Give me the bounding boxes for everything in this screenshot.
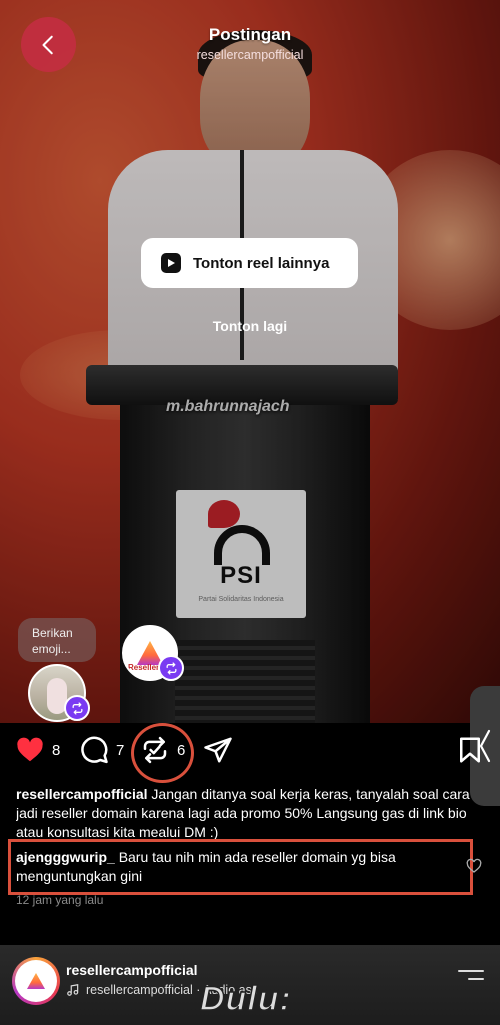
comment-like-heart-icon[interactable]: [466, 858, 482, 874]
comment-icon: [81, 736, 108, 764]
bottom-username[interactable]: resellercampofficial: [66, 962, 198, 978]
watch-more-label: Tonton reel lainnya: [193, 254, 330, 272]
like-button[interactable]: 8: [15, 735, 60, 765]
reel-video[interactable]: PSI Partai Solidaritas Indonesia m.bahru…: [0, 0, 500, 723]
post-timestamp: 12 jam yang lalu: [16, 893, 104, 907]
share-button[interactable]: [203, 735, 233, 765]
repost-badge-icon: [158, 655, 184, 681]
comment-count: 7: [116, 741, 125, 759]
watch-more-reels-button[interactable]: Tonton reel lainnya: [141, 238, 358, 288]
resellercamp-logo-icon: [27, 973, 45, 989]
comment-button[interactable]: 7: [79, 735, 124, 765]
bottom-profile-avatar[interactable]: [12, 957, 60, 1005]
music-note-icon: [67, 984, 79, 996]
caption-username[interactable]: resellercampofficial: [16, 786, 148, 802]
emoji-prompt-bubble[interactable]: Berikan emoji...: [18, 618, 96, 662]
send-icon: [204, 737, 232, 763]
comment-username[interactable]: ajengggwurip_: [16, 849, 115, 865]
comment-item: ajengggwurip_ Baru tau nih min ada resel…: [16, 848, 456, 886]
page-title: Postingan: [208, 25, 292, 44]
repost-badge-icon: [64, 695, 90, 721]
like-count: 8: [52, 741, 61, 759]
watch-again-button[interactable]: Tonton lagi: [0, 318, 500, 334]
reels-play-icon: [161, 253, 181, 273]
action-bar: 8 7 6: [0, 735, 500, 771]
bookmark-icon: [460, 737, 480, 763]
meme-overlay-text: Dulu:: [199, 979, 292, 1019]
save-button[interactable]: [455, 735, 485, 765]
repost-highlight-circle: [131, 723, 194, 783]
page-subtitle[interactable]: resellercampofficial: [0, 48, 500, 62]
heart-icon: [17, 737, 43, 762]
menu-icon[interactable]: [458, 970, 484, 990]
post-caption: resellercampofficial Jangan ditanya soal…: [16, 785, 486, 840]
